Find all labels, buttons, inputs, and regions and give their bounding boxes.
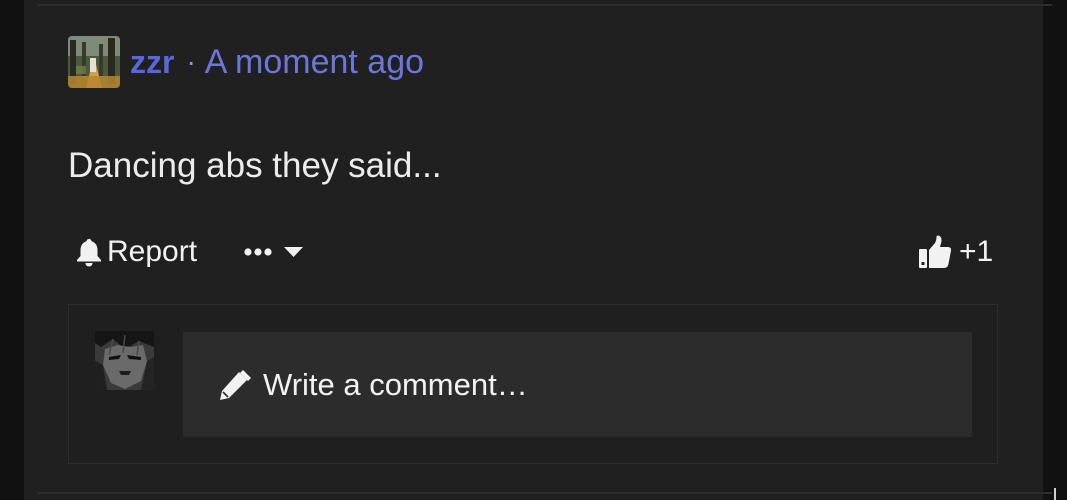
divider bbox=[38, 492, 1052, 494]
write-comment-placeholder: Write a comment… bbox=[263, 366, 528, 402]
thumbs-up-icon bbox=[919, 235, 952, 268]
user-avatar[interactable] bbox=[68, 36, 120, 88]
forest-path-avatar-icon bbox=[68, 36, 120, 88]
current-user-avatar bbox=[95, 331, 154, 390]
report-button[interactable]: Report bbox=[75, 232, 197, 272]
scrollbar-thumb[interactable] bbox=[1054, 488, 1056, 500]
bell-icon bbox=[77, 239, 101, 267]
username-link[interactable]: zzr bbox=[130, 36, 174, 88]
reply-box: Write a comment… bbox=[68, 304, 998, 464]
comment-body: Dancing abs they said... bbox=[68, 146, 442, 185]
ellipsis-dropdown-icon bbox=[244, 247, 303, 257]
divider bbox=[38, 4, 1052, 6]
comment-card: zzr · A moment ago Dancing abs they said… bbox=[24, 0, 1052, 500]
pencil-icon bbox=[220, 369, 251, 400]
page: zzr · A moment ago Dancing abs they said… bbox=[0, 0, 1067, 500]
header-separator: · bbox=[186, 46, 196, 77]
write-comment-input[interactable]: Write a comment… bbox=[183, 332, 972, 437]
like-count: +1 bbox=[959, 235, 994, 268]
comment-header: zzr · A moment ago bbox=[68, 36, 424, 88]
more-options-dropdown[interactable] bbox=[242, 236, 306, 268]
comment-timestamp[interactable]: A moment ago bbox=[205, 36, 424, 88]
manga-character-avatar-icon bbox=[95, 331, 154, 390]
report-label: Report bbox=[107, 235, 198, 268]
like-button[interactable]: +1 bbox=[917, 232, 993, 272]
